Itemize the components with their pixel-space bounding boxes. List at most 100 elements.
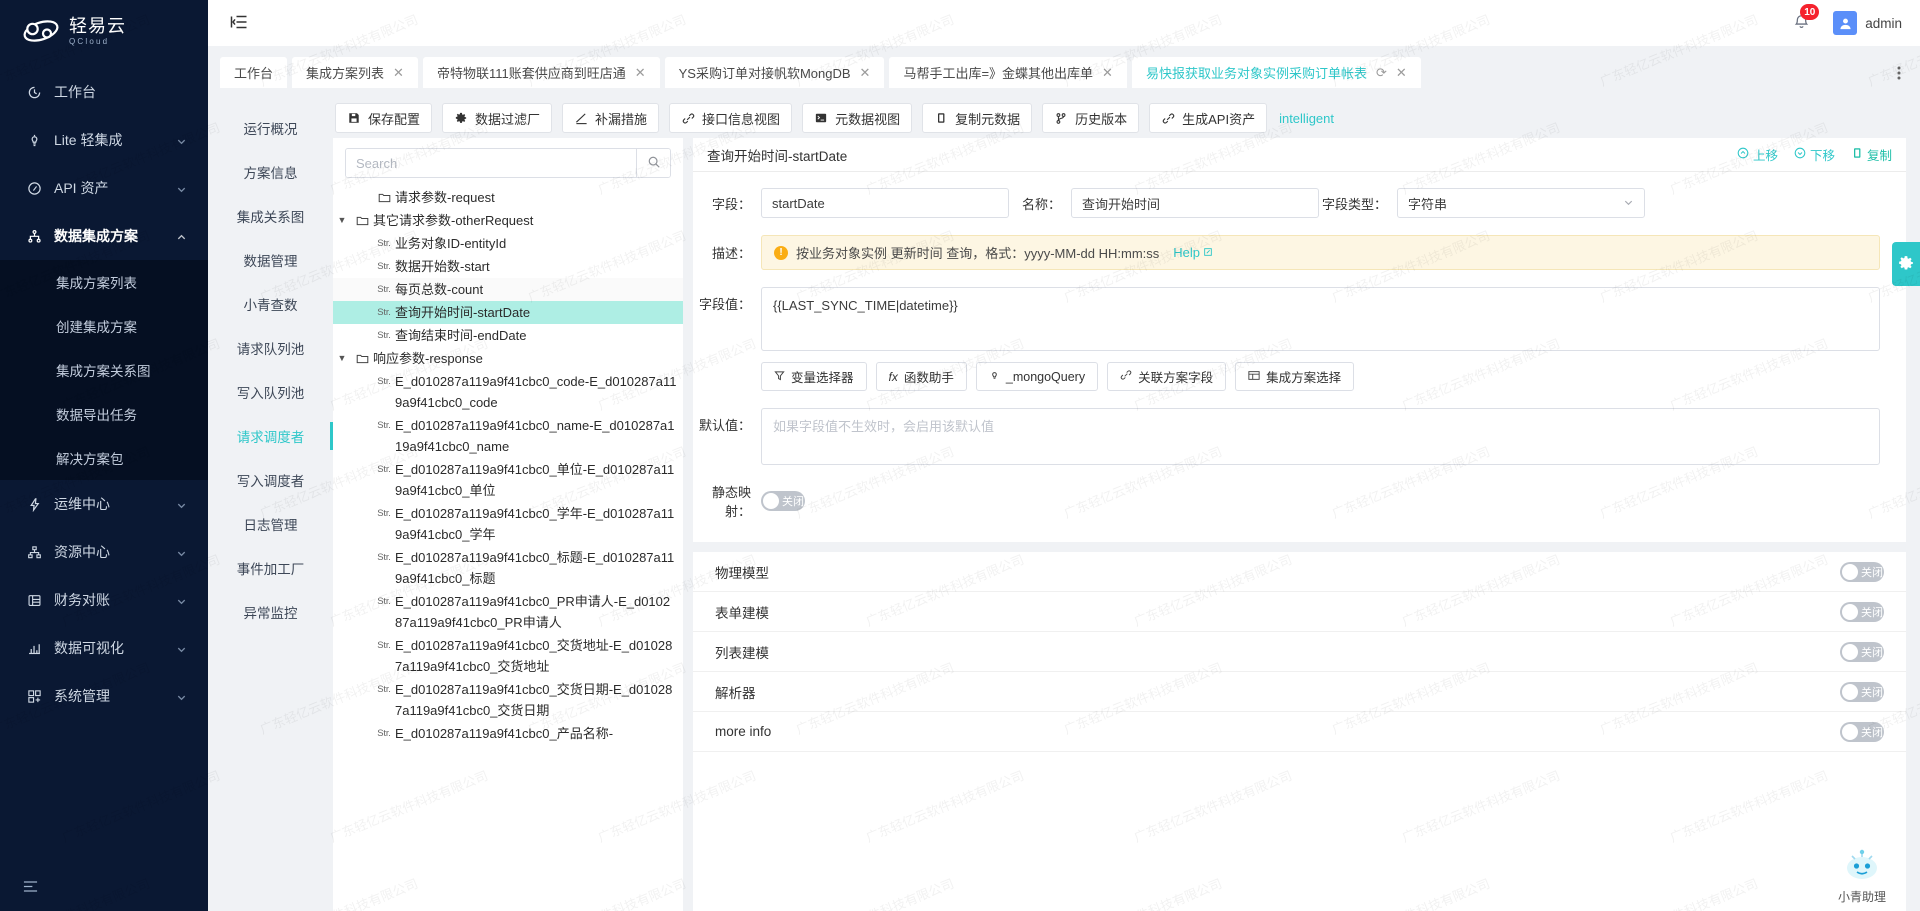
tree-node-field-delivery-address[interactable]: Str. E_d010287a119a9f41cbc0_交货地址-E_d0102… [333, 634, 683, 678]
search-input[interactable] [346, 149, 636, 177]
tab-close-icon[interactable]: ✕ [1102, 66, 1113, 79]
tab-close-icon[interactable]: ✕ [393, 66, 404, 79]
caret-expanded-icon[interactable]: ▼ [333, 210, 351, 231]
tree-node-otherrequest[interactable]: ▼ 其它请求参数-otherRequest [333, 209, 683, 232]
history-version-button[interactable]: 历史版本 [1042, 103, 1139, 133]
sidebar-toggle-button[interactable] [228, 12, 250, 34]
section-parser[interactable]: 解析器 关闭 [693, 672, 1906, 712]
variable-selector-button[interactable]: 变量选择器 [761, 362, 867, 391]
sidebar-item-lite[interactable]: Lite 轻集成 [0, 116, 208, 164]
remediation-button[interactable]: 补漏措施 [562, 103, 659, 133]
sidebar-collapse-button[interactable] [0, 865, 208, 911]
field-tree[interactable]: 请求参数-request ▼ 其它请求参数-otherRequest [333, 186, 683, 911]
save-config-button[interactable]: 保存配置 [335, 103, 432, 133]
tree-node-field-pr-applicant[interactable]: Str. E_d010287a119a9f41cbc0_PR申请人-E_d010… [333, 590, 683, 634]
sidebar-item-resource-center[interactable]: 资源中心 [0, 528, 208, 576]
tab-plan-list[interactable]: 集成方案列表 ✕ [292, 57, 418, 88]
tree-node-entityid[interactable]: Str. 业务对象ID-entityId [333, 232, 683, 255]
tab-mabang-outbound[interactable]: 马帮手工出库=》金蝶其他出库单 ✕ [889, 57, 1127, 88]
assistant-widget[interactable]: 小青助理 [1814, 846, 1910, 905]
tab-ys-purchase[interactable]: YS采购订单对接帆软MongDB ✕ [665, 57, 885, 88]
tree-node-response[interactable]: ▼ 响应参数-response [333, 347, 683, 370]
sidebar-item-data-integration[interactable]: 数据集成方案 [0, 212, 208, 260]
field-input[interactable]: startDate [761, 188, 1009, 218]
tree-node-field-unit[interactable]: Str. E_d010287a119a9f41cbc0_单位-E_d010287… [333, 458, 683, 502]
sidebar-item-create-plan[interactable]: 创建集成方案 [0, 304, 208, 348]
move-up-button[interactable]: 上移 [1737, 145, 1778, 164]
sidebar-item-visualization[interactable]: 数据可视化 [0, 624, 208, 672]
static-map-toggle[interactable]: 关闭 [761, 491, 805, 511]
tree-node-start[interactable]: Str. 数据开始数-start [333, 255, 683, 278]
tree-node-startdate[interactable]: Str. 查询开始时间-startDate [333, 301, 683, 324]
submenu-item-data-mgmt[interactable]: 数据管理 [208, 238, 333, 282]
parser-toggle[interactable]: 关闭 [1840, 682, 1884, 702]
submenu-item-log-mgmt[interactable]: 日志管理 [208, 502, 333, 546]
tab-ditewulian[interactable]: 帝特物联111账套供应商到旺店通 ✕ [423, 57, 660, 88]
user-menu[interactable]: admin [1833, 11, 1902, 35]
section-list-modeling[interactable]: 列表建模 关闭 [693, 632, 1906, 672]
related-plan-field-button[interactable]: 关联方案字段 [1107, 362, 1226, 391]
tree-node-field-title[interactable]: Str. E_d010287a119a9f41cbc0_标题-E_d010287… [333, 546, 683, 590]
default-value-textarea[interactable] [761, 408, 1880, 465]
move-down-button[interactable]: 下移 [1794, 145, 1835, 164]
tab-close-icon[interactable]: ✕ [1396, 66, 1407, 79]
submenu-item-write-queue[interactable]: 写入队列池 [208, 370, 333, 414]
tree-node-field-code[interactable]: Str. E_d010287a119a9f41cbc0_code-E_d0102… [333, 370, 683, 414]
section-form-modeling[interactable]: 表单建模 关闭 [693, 592, 1906, 632]
integration-plan-select-button[interactable]: 集成方案选择 [1235, 362, 1354, 391]
tab-workbench[interactable]: 工作台 [220, 57, 287, 88]
sidebar-item-export-task[interactable]: 数据导出任务 [0, 392, 208, 436]
section-more-info[interactable]: more info 关闭 [693, 712, 1906, 752]
function-helper-button[interactable]: fx 函数助手 [876, 362, 967, 391]
tab-close-icon[interactable]: ✕ [860, 66, 871, 79]
field-type-select[interactable]: 字符串 [1397, 188, 1645, 218]
caret-expanded-icon[interactable]: ▼ [333, 348, 351, 369]
submenu-item-exception-monitor[interactable]: 异常监控 [208, 590, 333, 634]
submenu-item-write-scheduler[interactable]: 写入调度者 [208, 458, 333, 502]
refresh-icon[interactable]: ⟳ [1376, 65, 1387, 81]
metadata-view-button[interactable]: 元数据视图 [802, 103, 912, 133]
tree-node-field-delivery-date[interactable]: Str. E_d010287a119a9f41cbc0_交货日期-E_d0102… [333, 678, 683, 722]
list-modeling-toggle[interactable]: 关闭 [1840, 642, 1884, 662]
submenu-item-event-factory[interactable]: 事件加工厂 [208, 546, 333, 590]
submenu-item-request-queue[interactable]: 请求队列池 [208, 326, 333, 370]
physical-model-toggle[interactable]: 关闭 [1840, 562, 1884, 582]
tree-node-count[interactable]: Str. 每页总数-count [333, 278, 683, 301]
settings-side-tab[interactable] [1892, 242, 1920, 286]
sidebar-item-api-assets[interactable]: API 资产 [0, 164, 208, 212]
tab-more-button[interactable] [1886, 57, 1912, 88]
copy-field-button[interactable]: 复制 [1851, 145, 1892, 164]
notifications-button[interactable]: 10 [1787, 9, 1815, 37]
submenu-item-xiaoqing-query[interactable]: 小青查数 [208, 282, 333, 326]
mongoquery-button[interactable]: _mongoQuery [976, 362, 1098, 391]
tab-yikuaibao-purchase[interactable]: 易快报获取业务对象实例采购订单帐表 ⟳ ✕ [1132, 57, 1421, 88]
tree-node-field-schoolyear[interactable]: Str. E_d010287a119a9f41cbc0_学年-E_d010287… [333, 502, 683, 546]
copy-metadata-button[interactable]: 复制元数据 [922, 103, 1032, 133]
intelligent-link[interactable]: intelligent [1279, 111, 1334, 126]
submenu-item-relation-graph[interactable]: 集成关系图 [208, 194, 333, 238]
sidebar-item-ops-center[interactable]: 运维中心 [0, 480, 208, 528]
more-info-toggle[interactable]: 关闭 [1840, 722, 1884, 742]
brand-logo[interactable]: 轻易云 QCloud [0, 0, 208, 62]
tree-node-enddate[interactable]: Str. 查询结束时间-endDate [333, 324, 683, 347]
form-modeling-toggle[interactable]: 关闭 [1840, 602, 1884, 622]
search-button[interactable] [636, 149, 670, 177]
tree-node-field-name[interactable]: Str. E_d010287a119a9f41cbc0_name-E_d0102… [333, 414, 683, 458]
sidebar-item-finance[interactable]: 财务对账 [0, 576, 208, 624]
sidebar-item-system-admin[interactable]: 系统管理 [0, 672, 208, 720]
section-physical-model[interactable]: 物理模型 关闭 [693, 552, 1906, 592]
tree-node-request[interactable]: 请求参数-request [333, 186, 683, 209]
submenu-item-overview[interactable]: 运行概况 [208, 106, 333, 150]
generate-api-asset-button[interactable]: 生成API资产 [1149, 103, 1267, 133]
sidebar-item-plan-list[interactable]: 集成方案列表 [0, 260, 208, 304]
help-link[interactable]: Help [1173, 245, 1213, 260]
tab-close-icon[interactable]: ✕ [635, 66, 646, 79]
sidebar-item-workbench[interactable]: 工作台 [0, 68, 208, 116]
tree-node-field-product-name[interactable]: Str. E_d010287a119a9f41cbc0_产品名称- [333, 722, 683, 745]
submenu-item-plan-info[interactable]: 方案信息 [208, 150, 333, 194]
api-info-view-button[interactable]: 接口信息视图 [669, 103, 792, 133]
fieldvalue-textarea[interactable] [761, 287, 1880, 351]
sidebar-item-plan-graph[interactable]: 集成方案关系图 [0, 348, 208, 392]
submenu-item-request-scheduler[interactable]: 请求调度者 [208, 414, 333, 458]
sidebar-item-solution-pkg[interactable]: 解决方案包 [0, 436, 208, 480]
